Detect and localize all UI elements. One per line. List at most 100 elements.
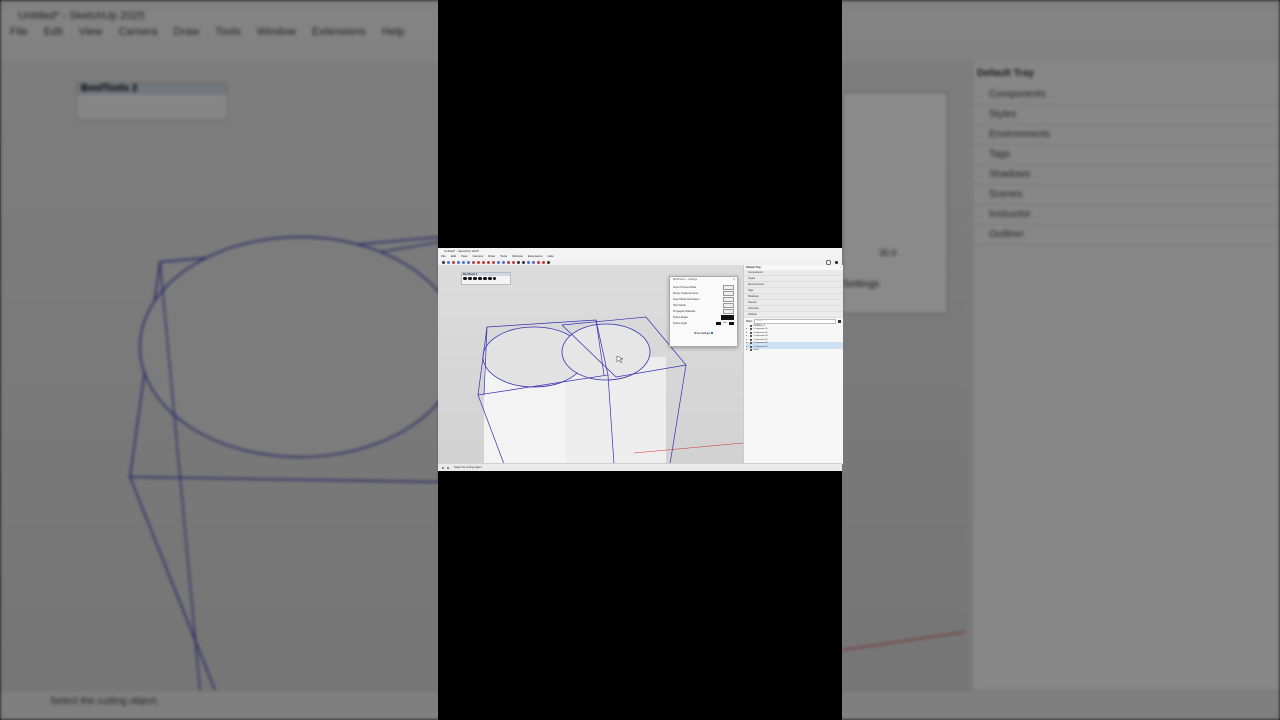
help-icon[interactable]	[447, 466, 449, 469]
pan-tool-icon[interactable]	[512, 260, 515, 264]
bg-menu-tools: Tools	[215, 26, 241, 38]
sketchup-window: Untitled* - SketchUp 2025 File Edit View…	[438, 248, 843, 471]
outliner-item-label: <Component#6>	[753, 335, 769, 338]
label-keep-model-info: Keep Model Information	[673, 297, 700, 301]
scale-tool-icon[interactable]	[487, 260, 490, 264]
section-plane-icon[interactable]	[547, 260, 550, 264]
bg-angle-value: 30.0	[879, 248, 897, 258]
visibility-eye-icon[interactable]: ●	[746, 349, 747, 351]
bg-menu-extensions: Extensions	[311, 26, 366, 38]
visibility-eye-icon[interactable]: ●	[746, 332, 747, 334]
filter-label: Filter:	[746, 319, 753, 323]
bg-booltools-title: BoolTools 2	[77, 83, 227, 95]
push-pull-icon[interactable]	[472, 260, 475, 264]
move-tool-icon[interactable]	[477, 260, 480, 264]
paint-bucket-icon[interactable]	[502, 260, 505, 264]
orbit-tool-icon[interactable]	[507, 260, 510, 264]
split-icon[interactable]	[483, 277, 487, 280]
bg-menu-window: Window	[256, 26, 296, 38]
toggle-soften-edges[interactable]	[721, 314, 734, 320]
line-tool-icon[interactable]	[457, 260, 460, 264]
toggle-hard-solids[interactable]	[723, 302, 734, 308]
outliner-item-label: Group	[753, 349, 759, 352]
bg-menu-camera: Camera	[118, 26, 158, 38]
extension-warehouse-icon[interactable]	[532, 260, 535, 264]
bg-menu-draw: Draw	[173, 26, 200, 38]
outliner-item-label: <Component#8>	[753, 342, 769, 345]
dialog-body: Super Preview Mode Merge Coplanar Faces …	[670, 282, 737, 338]
warehouse-icon[interactable]	[527, 260, 530, 264]
dialog-close-icon[interactable]: ✕	[733, 277, 737, 282]
bg-menu-view: View	[78, 26, 103, 38]
outliner-item-label: <Component#2>	[753, 328, 769, 331]
user-account-icon[interactable]	[835, 260, 838, 264]
new-document-icon[interactable]	[826, 259, 831, 265]
visibility-eye-icon[interactable]: ●	[746, 339, 747, 341]
bg-tray-panel-scenes: Scenes	[973, 185, 1280, 205]
label-merge-coplanar: Merge Coplanar Faces	[673, 291, 699, 295]
soften-angle-value[interactable]: 30.0	[723, 322, 727, 324]
group-icon	[750, 349, 753, 352]
outliner-item-label: <Component#3>	[753, 331, 769, 334]
offset-tool-icon[interactable]	[492, 260, 495, 264]
bg-settings-fragment: Settings	[843, 279, 880, 290]
angle-decrease-button[interactable]	[715, 321, 721, 325]
tray-title: Default Tray	[746, 266, 761, 269]
pencil-tool-icon[interactable]	[452, 260, 455, 264]
layout-icon[interactable]	[537, 260, 540, 264]
toggle-merge-coplanar[interactable]	[723, 290, 734, 296]
eraser-tool-icon[interactable]	[447, 260, 450, 264]
outliner-tree: Untitled_4 ● <Component#2> ● <Component#…	[744, 324, 843, 352]
zoom-tool-icon[interactable]	[517, 260, 520, 264]
bg-tray-panel-tags: Tags	[973, 145, 1280, 165]
toggle-keep-model-info[interactable]	[723, 296, 734, 302]
angle-increase-button[interactable]	[729, 321, 734, 325]
toggle-propagate-materials[interactable]	[723, 308, 734, 314]
outliner-item-group[interactable]: ● Group	[746, 349, 843, 353]
difference-icon[interactable]	[468, 277, 472, 280]
visibility-eye-icon[interactable]: ●	[746, 328, 747, 330]
extension-manager-icon[interactable]	[542, 260, 545, 264]
toggle-super-preview[interactable]	[723, 284, 734, 290]
zoom-extents-icon[interactable]	[522, 260, 525, 264]
outliner-options-icon[interactable]	[838, 319, 841, 323]
visibility-eye-icon[interactable]: ●	[746, 335, 747, 337]
visibility-eye-icon[interactable]: ●	[746, 342, 747, 344]
rotate-tool-icon[interactable]	[482, 260, 485, 264]
panel-instructor-label: Instructor	[748, 307, 759, 310]
multi-subtract-icon[interactable]	[488, 277, 492, 280]
rectangle-tool-icon[interactable]	[467, 260, 470, 264]
default-tray: Default Tray ▫ Components Styles Environ…	[743, 265, 843, 464]
select-tool-icon[interactable]	[442, 260, 445, 264]
component-icon	[750, 338, 753, 341]
booltools-icons	[462, 276, 510, 281]
show-settings-checkbox[interactable]	[710, 332, 713, 334]
letterbox-left	[438, 0, 842, 248]
label-soften-edges: Soften Edges	[673, 315, 689, 319]
bg-tray-panel-shadows: Shadows	[973, 165, 1280, 185]
label-soften-angle: Soften Angle	[673, 321, 688, 325]
status-bar: Select the cutting object.	[438, 463, 842, 471]
tray-pin-icon[interactable]: ▫	[840, 265, 843, 270]
bg-tray-panel-environments: Environments	[973, 125, 1280, 145]
visibility-eye-icon[interactable]: ●	[746, 346, 747, 348]
panel-environments-label: Environments	[748, 283, 764, 286]
geo-location-icon[interactable]	[442, 466, 444, 469]
filter-input[interactable]: Search	[754, 318, 836, 324]
row-show-settings: Show Settings	[673, 330, 734, 336]
bg-dialog: Settings 30.0	[842, 92, 948, 314]
union-icon[interactable]	[463, 277, 467, 280]
component-icon	[750, 328, 753, 331]
label-super-preview: Super Preview Mode	[673, 285, 697, 289]
bg-menu-file: File	[10, 26, 28, 38]
intersect-icon[interactable]	[473, 277, 477, 280]
bg-menu-edit: Edit	[43, 26, 63, 38]
arc-tool-icon[interactable]	[462, 260, 465, 264]
tape-measure-icon[interactable]	[497, 260, 500, 264]
panel-shadows-label: Shadows	[748, 295, 759, 298]
bg-tray-title: Default Tray	[977, 68, 1035, 79]
settings-gear-icon[interactable]	[493, 277, 496, 280]
row-soften-angle: Soften Angle 30.0	[673, 320, 734, 326]
trim-icon[interactable]	[478, 277, 482, 280]
bg-app-title: Untitled* - SketchUp 2025	[18, 10, 145, 22]
